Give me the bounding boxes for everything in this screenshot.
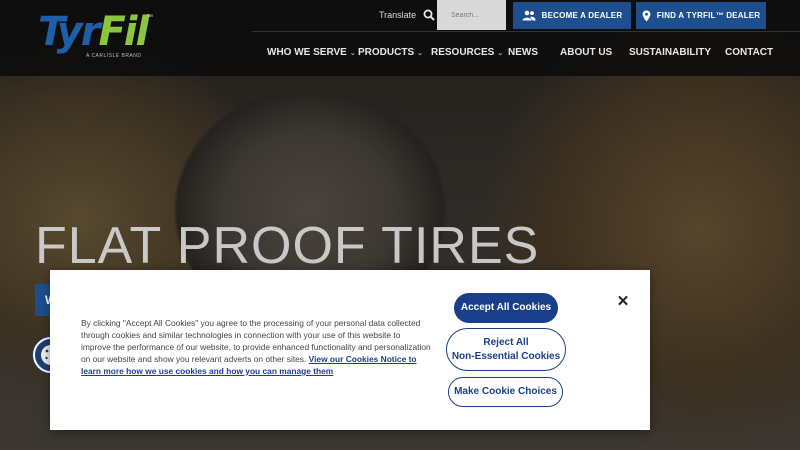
cookie-notice-text: By clicking "Accept All Cookies" you agr… <box>81 317 431 377</box>
chevron-down-icon: ⌄ <box>497 49 504 57</box>
reject-button-label: Reject All Non-Essential Cookies <box>451 336 561 362</box>
nav-item-who-we-serve[interactable]: WHO WE SERVE ⌄ <box>267 47 356 58</box>
map-pin-icon <box>642 10 651 21</box>
nav-item-news[interactable]: NEWS <box>508 47 538 58</box>
cookie-consent-dialog: ✕ By clicking "Accept All Cookies" you a… <box>50 270 650 430</box>
nav-divider <box>252 31 800 32</box>
site-header: TyrFil ™ A CARLISLE BRAND Translate BECO… <box>0 0 800 76</box>
users-icon <box>522 10 536 21</box>
become-dealer-button[interactable]: BECOME A DEALER <box>513 2 631 29</box>
hero-title: FLAT PROOF TIRES <box>35 217 540 275</box>
search-input[interactable] <box>437 0 506 30</box>
logo-wordmark: TyrFil <box>38 9 149 55</box>
nav-item-contact[interactable]: CONTACT <box>725 47 773 58</box>
nav-item-sustainability[interactable]: SUSTAINABILITY <box>629 47 711 58</box>
accept-all-cookies-button[interactable]: Accept All Cookies <box>454 293 558 323</box>
nav-item-about-us[interactable]: ABOUT US <box>560 47 612 58</box>
nav-item-products[interactable]: PRODUCTS ⌄ <box>358 47 423 58</box>
chevron-down-icon: ⌄ <box>349 49 356 57</box>
reject-non-essential-button[interactable]: Reject All Non-Essential Cookies <box>446 328 566 371</box>
find-dealer-button[interactable]: FIND A TYRFIL™ DEALER <box>636 2 766 29</box>
tyrfil-logo[interactable]: TyrFil ™ A CARLISLE BRAND <box>38 9 153 62</box>
search-icon[interactable] <box>423 9 435 21</box>
nav-item-resources[interactable]: RESOURCES ⌄ <box>431 47 503 58</box>
become-dealer-label: BECOME A DEALER <box>541 11 623 20</box>
logo-subtitle: A CARLISLE BRAND <box>86 53 142 59</box>
cookie-choices-button[interactable]: Make Cookie Choices <box>448 377 563 407</box>
close-icon[interactable]: ✕ <box>615 294 631 310</box>
logo-trademark: ™ <box>146 14 153 21</box>
find-dealer-label: FIND A TYRFIL™ DEALER <box>656 11 761 20</box>
chevron-down-icon: ⌄ <box>417 49 423 57</box>
translate-link[interactable]: Translate <box>379 10 416 20</box>
